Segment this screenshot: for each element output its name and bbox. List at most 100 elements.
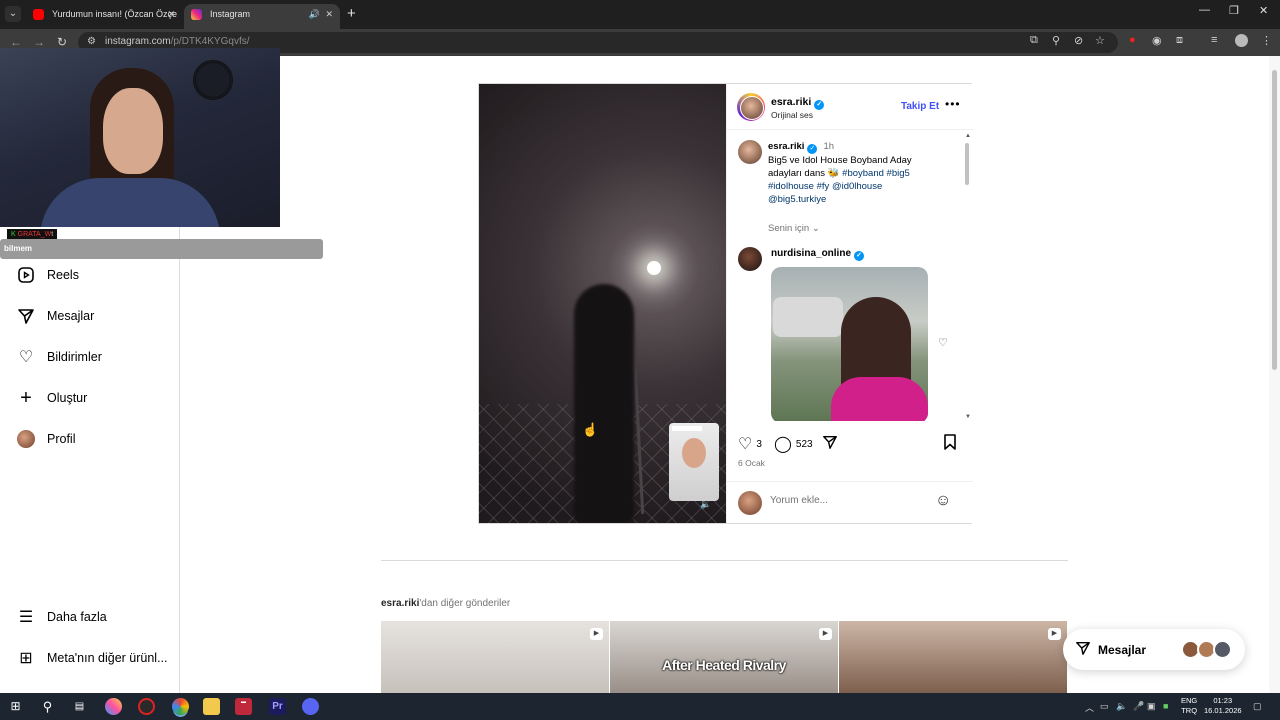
sidebar-item-meta[interactable]: ⊞ Meta'nın diğer ürünl... <box>16 646 167 670</box>
instagram-favicon-icon <box>191 9 202 20</box>
file-explorer-icon[interactable] <box>203 698 220 715</box>
more-posts-username[interactable]: esra.riki <box>381 598 419 609</box>
close-window-icon[interactable]: ✕ <box>1259 4 1268 17</box>
scrollbar-thumb[interactable] <box>965 143 969 185</box>
task-view-icon[interactable]: ▤ <box>71 698 88 715</box>
microphone-icon[interactable]: 🎤 <box>1133 701 1144 712</box>
hashtag[interactable]: #boyband <box>842 168 884 179</box>
extension-circle-icon[interactable]: ◉ <box>1152 34 1162 47</box>
mention[interactable]: @id0lhouse <box>832 181 882 192</box>
follow-button[interactable]: Takip Et <box>901 101 939 112</box>
reload-icon[interactable]: ↻ <box>57 35 67 49</box>
comment-image[interactable] <box>771 267 928 421</box>
forward-icon[interactable]: → <box>33 35 45 49</box>
back-icon[interactable]: ← <box>10 35 22 49</box>
verified-badge-icon: ✓ <box>854 251 865 261</box>
restore-icon[interactable]: ❐ <box>1229 4 1239 17</box>
comment-like-icon[interactable]: ♡ <box>938 336 948 349</box>
more-post-thumb[interactable]: ▶ After Heated Rivalry <box>610 621 838 693</box>
bookmark-star-icon[interactable]: ☆ <box>1095 34 1105 47</box>
notifications-icon[interactable]: ▢ <box>1253 701 1262 712</box>
author-username[interactable]: esra.riki ✓ <box>771 96 825 110</box>
site-info-icon[interactable]: ⚙ <box>87 36 96 47</box>
scroll-down-icon[interactable]: ▼ <box>965 414 971 420</box>
tab-instagram[interactable]: Instagram 🔊 ✕ <box>184 4 340 29</box>
copilot-icon[interactable] <box>105 698 122 715</box>
app-icon[interactable] <box>138 698 155 715</box>
mute-icon[interactable]: 🔈 <box>700 499 711 510</box>
likes-count: 3 <box>756 438 762 450</box>
reel-icon: ▶ <box>1048 628 1061 640</box>
save-button[interactable] <box>943 434 961 455</box>
caption-username[interactable]: esra.riki <box>768 141 804 152</box>
tray-app-icon[interactable]: ▭ <box>1100 701 1109 712</box>
post-video[interactable]: 🔈 <box>479 84 726 523</box>
tab-youtube[interactable]: Yurdumun insanı! (Özcan Özçe ✕ <box>26 4 182 29</box>
hashtag[interactable]: #fy <box>817 181 830 192</box>
extension-red-icon[interactable]: ● <box>1129 34 1136 46</box>
tray-green-icon[interactable]: ■ <box>1163 701 1168 711</box>
windows-start-icon[interactable]: ⊞ <box>7 698 24 715</box>
sidebar-item-label: Oluştur <box>47 391 88 405</box>
comment-button[interactable]: ◯ 523 <box>774 434 813 454</box>
chrome-icon[interactable] <box>172 698 189 715</box>
sidebar-item-reels[interactable]: Reels <box>16 263 79 287</box>
sidebar-item-create[interactable]: + Oluştur <box>16 386 87 410</box>
tray-chevron-icon[interactable]: ︿ <box>1085 701 1094 714</box>
network-icon[interactable]: ▣ <box>1147 701 1156 712</box>
scrollbar-thumb[interactable] <box>1272 70 1277 370</box>
mention[interactable]: @big5.turkiye <box>768 194 826 205</box>
sidebar-item-notifications[interactable]: ♡ Bildirimler <box>16 345 102 369</box>
premiere-icon[interactable]: Pr <box>269 698 286 715</box>
commenter-avatar[interactable] <box>738 247 762 271</box>
caption-avatar[interactable] <box>738 140 762 164</box>
zoom-icon[interactable]: ⚲ <box>1052 34 1060 47</box>
install-app-icon[interactable]: ⧉ <box>1030 34 1038 47</box>
minimize-icon[interactable]: — <box>1199 4 1210 16</box>
new-tab-button[interactable]: + <box>347 5 356 22</box>
more-post-thumb[interactable]: ▶ <box>381 621 609 693</box>
messages-pill[interactable]: Mesajlar <box>1063 629 1245 670</box>
volume-icon[interactable]: 🔈 <box>1116 701 1127 712</box>
hashtag[interactable]: #big5 <box>887 168 910 179</box>
sidebar-item-messages[interactable]: Mesajlar <box>16 304 94 328</box>
profile-avatar-icon[interactable] <box>1235 34 1248 47</box>
author-avatar[interactable] <box>737 93 765 121</box>
comments-panel: esra.riki ✓ 1h Big5 ve Idol House Boyband … <box>727 131 973 421</box>
pip-face <box>682 438 706 468</box>
media-controls-icon[interactable]: ≡ <box>1211 34 1217 46</box>
avatar <box>17 430 35 448</box>
heart-icon: ♡ <box>738 436 753 453</box>
tab-search-button[interactable]: ⌄ <box>5 6 21 22</box>
search-icon[interactable]: ⚲ <box>39 698 56 715</box>
hashtag[interactable]: #idolhouse <box>768 181 814 192</box>
comments-scrollbar[interactable]: ▲ ▼ <box>965 133 971 421</box>
more-post-thumb[interactable]: ▶ <box>839 621 1067 693</box>
system-clock[interactable]: 01:23 16.01.2026 <box>1204 696 1242 716</box>
page-scrollbar[interactable] <box>1269 56 1280 693</box>
emoji-icon[interactable]: ☺ <box>935 492 951 510</box>
wall-poster <box>193 60 233 100</box>
input-language[interactable]: ENG TRQ <box>1181 696 1197 716</box>
commenter-username[interactable]: nurdisina_online ✓ <box>771 248 865 261</box>
browser-menu-icon[interactable]: ⋮ <box>1261 34 1272 47</box>
sidebar-item-label: Mesajlar <box>47 309 95 323</box>
video-app-icon[interactable]: ▬ <box>235 698 252 715</box>
for-you-dropdown[interactable]: Senin için ⌄ <box>768 223 820 234</box>
sidebar-item-profile[interactable]: Profil <box>16 427 75 451</box>
share-button[interactable] <box>822 434 842 455</box>
scroll-up-icon[interactable]: ▲ <box>965 133 971 139</box>
discord-icon[interactable] <box>302 698 319 715</box>
speaker-icon[interactable]: 🔊 <box>309 4 320 25</box>
browser-tab-bar: ⌄ Yurdumun insanı! (Özcan Özçe ✕ Instagr… <box>0 0 1280 29</box>
close-tab-icon[interactable]: ✕ <box>167 4 175 25</box>
comment-input[interactable] <box>770 495 930 506</box>
like-button[interactable]: ♡ 3 <box>738 434 762 454</box>
extensions-puzzle-icon[interactable]: ⧈ <box>1176 34 1183 47</box>
close-tab-icon[interactable]: ✕ <box>325 4 333 25</box>
more-options-icon[interactable]: ••• <box>945 97 961 111</box>
audio-label[interactable]: Orijinal ses <box>771 110 813 120</box>
sidebar-item-more[interactable]: ☰ Daha fazla <box>16 605 107 629</box>
send-icon <box>16 306 36 326</box>
hide-icon[interactable]: ⊘ <box>1074 34 1083 47</box>
